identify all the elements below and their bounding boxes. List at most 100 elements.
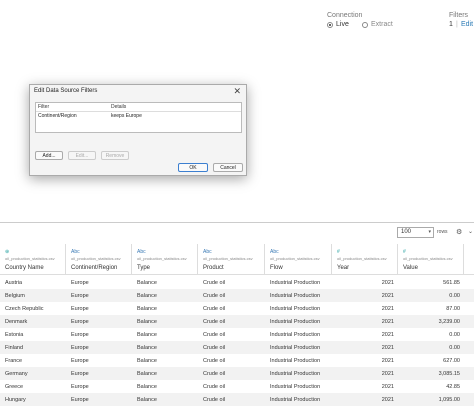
table-cell: 627.00	[443, 358, 460, 364]
filters-edit-link[interactable]: Edit	[461, 21, 473, 28]
table-cell: Crude oil	[203, 384, 226, 390]
table-cell: Finland	[5, 345, 24, 351]
column-source: oil_production_statistics.csv	[337, 256, 387, 261]
live-radio[interactable]: Live	[327, 21, 349, 28]
rows-count-value: 100	[401, 229, 412, 235]
column-header[interactable]: Abc oil_production_statistics.csv Product	[198, 244, 265, 274]
column-name: Year	[337, 265, 350, 271]
ok-button[interactable]: OK	[178, 163, 208, 172]
table-cell: Europe	[71, 358, 89, 364]
column-source: oil_production_statistics.csv	[137, 256, 187, 261]
table-cell: Crude oil	[203, 319, 226, 325]
edit-filters-dialog: Edit Data Source Filters ✕ Filter Detail…	[29, 84, 247, 176]
column-name: Value	[403, 265, 418, 271]
table-cell: Europe	[71, 319, 89, 325]
cancel-button[interactable]: Cancel	[213, 163, 243, 172]
table-cell: 2021	[381, 332, 394, 338]
table-cell: Europe	[71, 332, 89, 338]
table-cell: Germany	[5, 371, 28, 377]
table-cell: Industrial Production	[270, 397, 321, 403]
table-cell: 2021	[381, 358, 394, 364]
table-cell: France	[5, 358, 23, 364]
column-source: oil_production_statistics.csv	[5, 256, 55, 261]
table-cell: Industrial Production	[270, 384, 321, 390]
gear-icon[interactable]: ⚙	[456, 228, 462, 236]
live-label: Live	[336, 21, 349, 28]
table-row[interactable]: Belgium Europe Balance Crude oil Industrial …	[0, 289, 474, 302]
radio-selected-icon	[327, 21, 333, 28]
column-header[interactable]: # oil_production_statistics.csv Value	[398, 244, 464, 274]
number-type-icon[interactable]: #	[337, 249, 340, 255]
chevron-down-icon[interactable]: ⌄	[468, 228, 473, 235]
table-row[interactable]: Estonia Europe Balance Crude oil Industrial …	[0, 328, 474, 341]
table-cell: Crude oil	[203, 345, 226, 351]
edit-button[interactable]: Edit...	[68, 151, 96, 160]
string-type-icon[interactable]: Abc	[137, 249, 146, 255]
table-cell: 42.85	[446, 384, 460, 390]
number-type-icon[interactable]: #	[403, 249, 406, 255]
table-row[interactable]: Greece Europe Balance Crude oil Industrial P…	[0, 380, 474, 393]
extract-radio[interactable]: Extract	[362, 21, 393, 28]
table-cell: Crude oil	[203, 280, 226, 286]
dialog-title: Edit Data Source Filters	[34, 88, 98, 94]
column-header[interactable]: Abc oil_production_statistics.csv Continen…	[66, 244, 132, 274]
table-cell: Balance	[137, 332, 157, 338]
rows-count-select[interactable]: 100 ▾	[397, 227, 434, 238]
table-row[interactable]: Germany Europe Balance Crude oil Industrial …	[0, 367, 474, 380]
table-row[interactable]: France Europe Balance Crude oil Industrial P…	[0, 354, 474, 367]
table-cell: Europe	[71, 293, 89, 299]
column-source: oil_production_statistics.csv	[203, 256, 253, 261]
table-cell: 0.00	[449, 332, 460, 338]
table-cell: Industrial Production	[270, 345, 321, 351]
table-cell: Estonia	[5, 332, 24, 338]
table-cell: Industrial Production	[270, 293, 321, 299]
table-cell: Hungary	[5, 397, 26, 403]
table-cell: Europe	[71, 280, 89, 286]
filter-list: Filter Details Continent/Region keeps Eu…	[35, 102, 242, 133]
table-cell: Industrial Production	[270, 280, 321, 286]
geo-type-icon[interactable]: ⊕	[5, 249, 9, 255]
table-cell: Balance	[137, 293, 157, 299]
table-row[interactable]: Denmark Europe Balance Crude oil Industrial …	[0, 315, 474, 328]
radio-unselected-icon	[362, 21, 368, 28]
table-cell: Industrial Production	[270, 332, 321, 338]
table-row[interactable]: Czech Republic Europe Balance Crude oil Indu…	[0, 302, 474, 315]
remove-button[interactable]: Remove	[101, 151, 129, 160]
rows-label: rows	[437, 229, 448, 235]
add-button[interactable]: Add...	[35, 151, 63, 160]
table-cell: Europe	[71, 384, 89, 390]
details-column-header: Details	[111, 104, 127, 110]
close-icon[interactable]: ✕	[233, 86, 241, 97]
table-cell: Balance	[137, 345, 157, 351]
table-cell: Europe	[71, 345, 89, 351]
column-name: Country Name	[5, 265, 44, 271]
column-header[interactable]: Abc oil_production_statistics.csv Flow	[265, 244, 332, 274]
column-source: oil_production_statistics.csv	[403, 256, 453, 261]
column-header[interactable]: Abc oil_production_statistics.csv Type	[132, 244, 198, 274]
filters-count: 1	[449, 21, 453, 28]
grid-divider	[0, 222, 474, 223]
column-header[interactable]: # oil_production_statistics.csv Year	[332, 244, 398, 274]
string-type-icon[interactable]: Abc	[203, 249, 212, 255]
table-row[interactable]: Finland Europe Balance Crude oil Industrial …	[0, 341, 474, 354]
table-cell: Europe	[71, 397, 89, 403]
table-row[interactable]: Austria Europe Balance Crude oil Industrial …	[0, 276, 474, 289]
column-name: Product	[203, 265, 224, 271]
filter-list-item[interactable]: Continent/Region keeps Europe	[36, 112, 241, 119]
filter-list-header: Filter Details	[36, 103, 241, 112]
table-cell: 2021	[381, 345, 394, 351]
table-cell: Crude oil	[203, 293, 226, 299]
table-cell: 3,085.15	[438, 371, 460, 377]
table-cell: Balance	[137, 397, 157, 403]
table-cell: 2021	[381, 397, 394, 403]
table-cell: Industrial Production	[270, 371, 321, 377]
table-cell: 3,239.00	[438, 319, 460, 325]
string-type-icon[interactable]: Abc	[270, 249, 279, 255]
table-cell: Balance	[137, 319, 157, 325]
string-type-icon[interactable]: Abc	[71, 249, 80, 255]
table-cell: Crude oil	[203, 306, 226, 312]
column-name: Type	[137, 265, 151, 271]
table-row[interactable]: Hungary Europe Balance Crude oil Industrial …	[0, 393, 474, 406]
column-header[interactable]: ⊕ oil_production_statistics.csv Country Na…	[0, 244, 66, 274]
table-cell: Crude oil	[203, 397, 226, 403]
